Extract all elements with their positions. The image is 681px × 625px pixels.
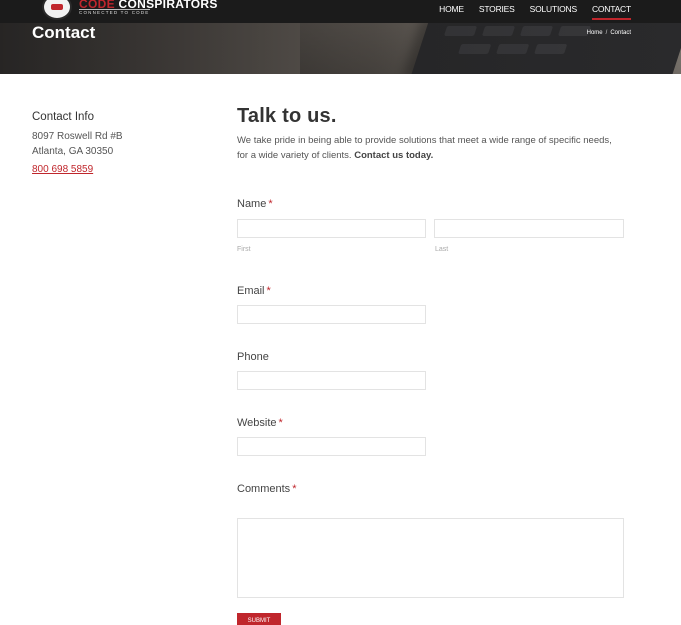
phone-label: Phone — [237, 351, 269, 363]
first-name-input[interactable] — [237, 219, 426, 238]
top-navbar: CODE CONSPIRATORS CONNECTED TO CODE HOME… — [0, 0, 681, 23]
breadcrumb: Home / Contact — [587, 30, 631, 36]
contact-info: Contact Info 8097 Roswell Rd #B Atlanta,… — [32, 111, 212, 177]
nav-stories[interactable]: STORIES — [479, 4, 515, 17]
email-input[interactable] — [237, 305, 426, 324]
form-heading: Talk to us. — [237, 105, 337, 127]
contact-info-heading: Contact Info — [32, 111, 95, 123]
contact-form-intro: Talk to us. We take pride in being able … — [237, 105, 637, 163]
name-label: Name * — [237, 198, 273, 210]
phone-input[interactable] — [237, 371, 426, 390]
last-name-sublabel: Last — [435, 246, 449, 253]
comments-label: Comments * — [237, 483, 297, 495]
comments-textarea[interactable] — [237, 518, 624, 598]
required-mark: * — [292, 483, 297, 495]
submit-button[interactable]: SUBMIT — [237, 613, 281, 625]
main-nav: HOME STORIES SOLUTIONS CONTACT — [424, 4, 631, 20]
address-line-1: 8097 Roswell Rd #B — [32, 131, 123, 142]
website-label: Website * — [237, 417, 283, 429]
last-name-input[interactable] — [434, 219, 624, 238]
nav-contact[interactable]: CONTACT — [591, 4, 631, 20]
form-intro: We take pride in being able to provide s… — [237, 135, 612, 161]
nav-home[interactable]: HOME — [439, 4, 464, 17]
page-title: Contact — [32, 23, 96, 42]
website-input[interactable] — [237, 437, 426, 456]
required-mark: * — [278, 417, 283, 429]
required-mark: * — [268, 198, 273, 210]
email-label: Email * — [237, 285, 271, 297]
hero-banner: CODE CONSPIRATORS CONNECTED TO CODE HOME… — [0, 0, 681, 74]
nav-solutions[interactable]: SOLUTIONS — [530, 4, 578, 17]
first-name-sublabel: First — [237, 246, 251, 253]
logo-icon[interactable] — [42, 0, 72, 20]
required-mark: * — [266, 285, 271, 297]
address-line-2: Atlanta, GA 30350 — [32, 146, 114, 157]
breadcrumb-home[interactable]: Home — [587, 30, 603, 36]
phone-link[interactable]: 800 698 5859 — [32, 164, 93, 175]
breadcrumb-current: Contact — [610, 30, 631, 36]
logo-tagline: CONNECTED TO CODE — [79, 9, 150, 15]
breadcrumb-separator: / — [605, 30, 608, 36]
